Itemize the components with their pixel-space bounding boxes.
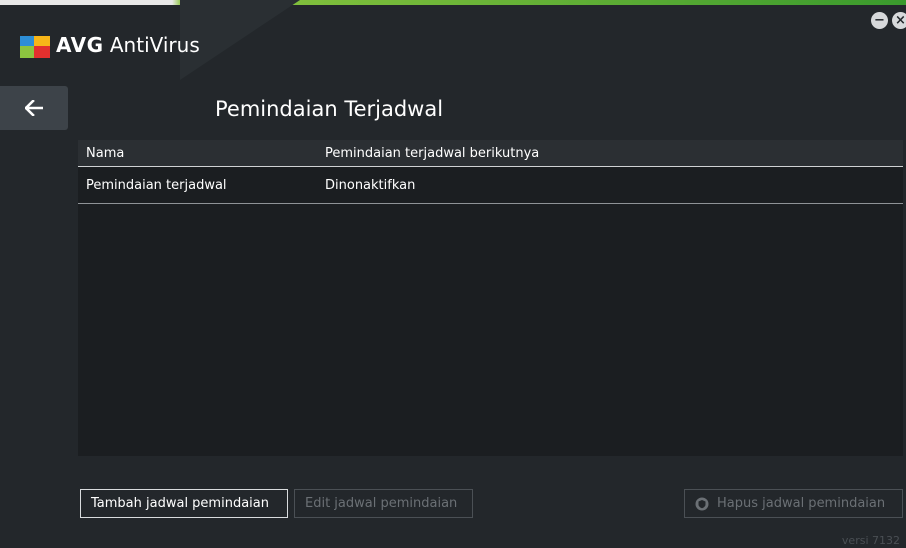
column-header-next-scan: Pemindaian terjadwal berikutnya [325,146,540,161]
add-schedule-button[interactable]: Tambah jadwal pemindaian [80,489,288,518]
app-window: AVG AntiVirus − × Pemindaian Terjadwal N… [0,0,906,548]
table-row[interactable]: Pemindaian terjadwal Dinonaktifkan [78,168,903,204]
page-title: Pemindaian Terjadwal [215,97,444,121]
back-button[interactable] [0,86,68,130]
top-accent-strip [0,0,906,5]
row-scan-name: Pemindaian terjadwal [86,178,227,193]
table-header: Nama Pemindaian terjadwal berikutnya [78,140,903,167]
edit-schedule-button[interactable]: Edit jadwal pemindaian [294,489,473,518]
close-button[interactable]: × [892,12,906,29]
schedule-table: Nama Pemindaian terjadwal berikutnya Pem… [78,140,903,456]
row-next-scan-status: Dinonaktifkan [325,178,416,193]
shield-icon [695,497,709,510]
brand-name: AVG [56,33,104,57]
arrow-left-icon [25,100,43,116]
avg-logo-icon [20,36,50,58]
delete-schedule-button[interactable]: Hapus jadwal pemindaian [684,489,903,518]
version-label: versi 7132 [841,534,900,547]
delete-schedule-label: Hapus jadwal pemindaian [717,496,886,511]
column-header-name: Nama [86,146,125,161]
product-name: AntiVirus [109,33,200,57]
minimize-button[interactable]: − [871,12,888,29]
